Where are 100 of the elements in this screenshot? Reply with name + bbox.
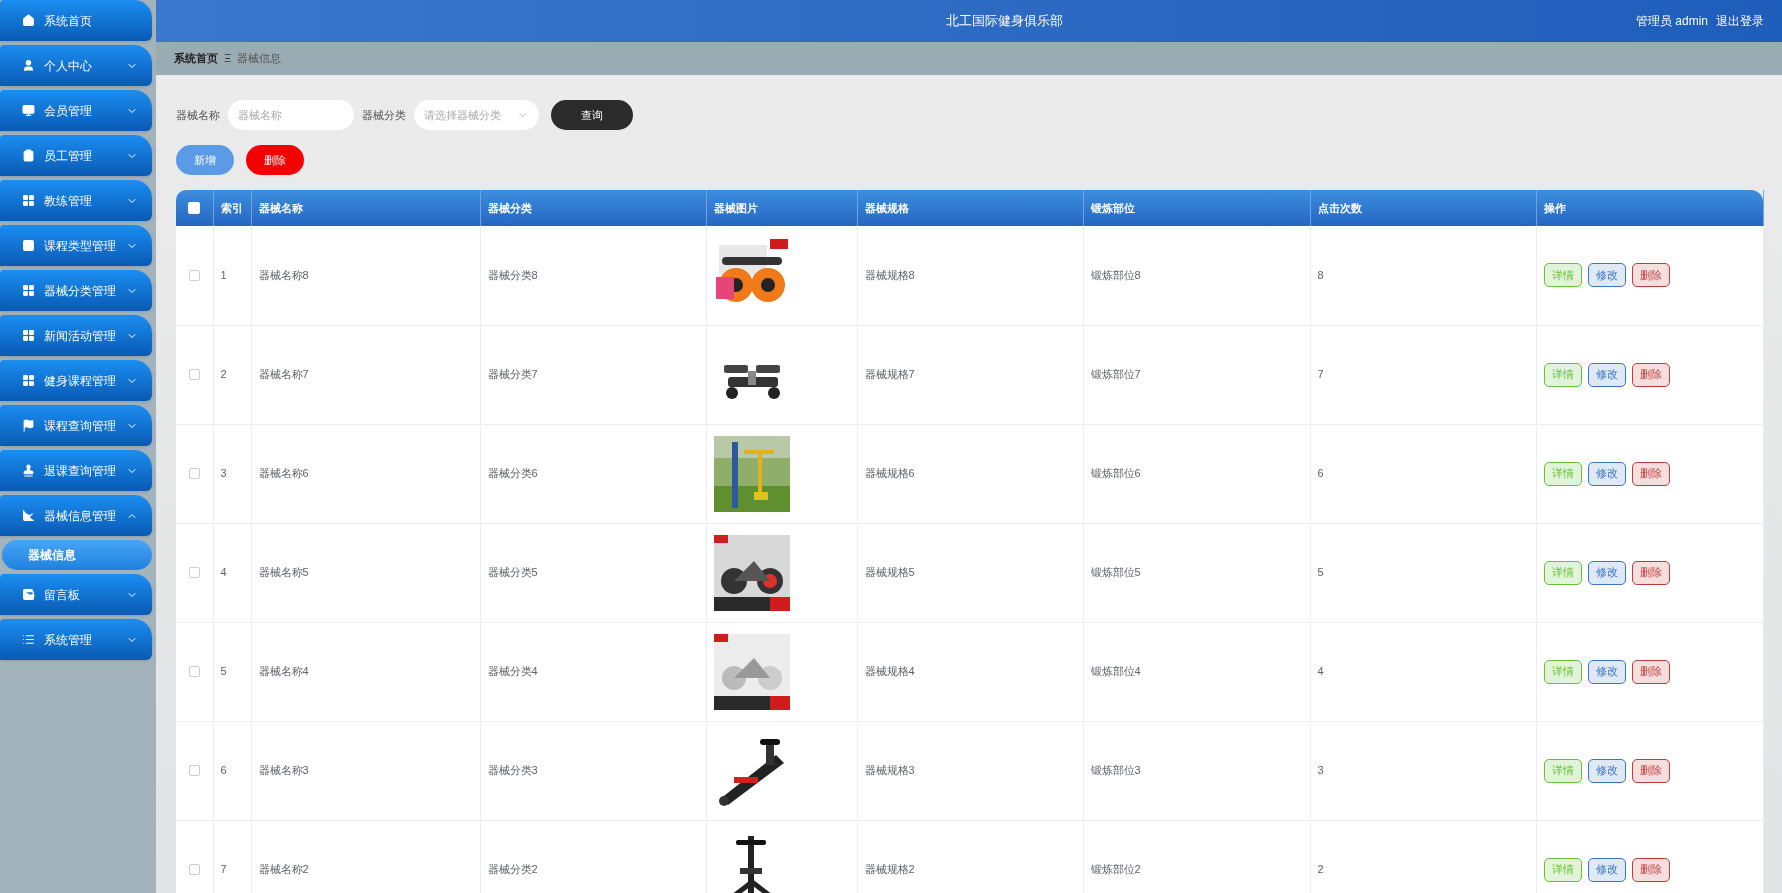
sidebar-subitem[interactable]: 器械信息 <box>2 540 152 570</box>
user-name: 管理员 admin <box>1635 13 1708 30</box>
table-cell: 锻炼部位8 <box>1090 269 1141 281</box>
table-cell: 2 <box>220 368 227 381</box>
table-cell: 2 <box>1317 863 1324 876</box>
column-header: 器械分类 <box>487 201 532 214</box>
table-cell: 器械规格3 <box>864 764 915 777</box>
delete-button[interactable]: 删除 <box>246 145 304 175</box>
table-cell: 器械名称2 <box>258 863 309 876</box>
table-cell: 8 <box>1317 269 1324 281</box>
column-header: 索引 <box>220 201 243 214</box>
sidebar-item[interactable]: 个人中心 <box>0 45 152 86</box>
edit-button[interactable]: 修改 <box>1587 857 1626 882</box>
column-header: 操作 <box>1543 201 1566 214</box>
table-cell: 器械名称6 <box>258 467 309 480</box>
wallet-icon <box>22 588 35 601</box>
table-cell: 器械规格5 <box>864 566 915 579</box>
select-all-checkbox[interactable] <box>188 202 201 214</box>
table-cell: 3 <box>220 467 227 480</box>
delete-button[interactable]: 删除 <box>1631 461 1670 486</box>
search-button[interactable]: 查询 <box>551 100 633 130</box>
table-cell: 5 <box>220 665 227 678</box>
table-cell: 5 <box>1317 566 1324 579</box>
column-header: 器械图片 <box>713 201 758 214</box>
table-cell: 6 <box>1317 467 1324 480</box>
sidebar-item[interactable]: 健身课程管理 <box>0 360 152 401</box>
table-cell: 7 <box>1317 368 1324 381</box>
sidebar-item[interactable]: 会员管理 <box>0 90 152 131</box>
table-cell: 器械规格7 <box>864 368 915 381</box>
delete-button[interactable]: 删除 <box>1631 659 1670 684</box>
list-icon <box>22 633 35 646</box>
row-checkbox[interactable] <box>188 765 200 776</box>
sidebar-item[interactable]: 系统管理 <box>0 619 152 660</box>
edit-button[interactable]: 修改 <box>1587 263 1626 288</box>
sidebar-item[interactable]: 系统首页 <box>0 0 152 41</box>
category-select[interactable]: 请选择器械分类 <box>414 100 539 130</box>
breadcrumb-item[interactable]: 系统首页 <box>174 50 218 67</box>
table-cell: 器械规格4 <box>864 665 915 678</box>
breadcrumb-separator: Ξ <box>224 51 232 67</box>
table-cell: 器械名称3 <box>258 764 309 777</box>
sidebar-item[interactable]: 课程类型管理 <box>0 225 152 266</box>
table-cell: 器械规格6 <box>864 467 915 480</box>
flag-icon <box>22 419 35 432</box>
sidebar-item[interactable]: 教练管理 <box>0 180 152 221</box>
sidebar-item[interactable]: 员工管理 <box>0 135 152 176</box>
edit-button[interactable]: 修改 <box>1587 758 1626 783</box>
row-checkbox[interactable] <box>188 468 200 479</box>
user-icon <box>22 59 35 72</box>
chart-icon <box>22 509 35 522</box>
table-cell: 3 <box>1317 764 1324 777</box>
table-cell: 锻炼部位7 <box>1090 368 1141 381</box>
table-cell: 锻炼部位4 <box>1090 665 1141 678</box>
edit-button[interactable]: 修改 <box>1587 560 1626 585</box>
delete-button[interactable]: 删除 <box>1631 560 1670 585</box>
table-cell: 锻炼部位6 <box>1090 467 1141 480</box>
row-checkbox[interactable] <box>188 666 200 677</box>
table-cell: 锻炼部位3 <box>1090 764 1141 777</box>
column-header: 锻炼部位 <box>1090 201 1135 214</box>
stamp-icon <box>22 464 35 477</box>
table-cell: 器械名称5 <box>258 566 309 579</box>
row-checkbox[interactable] <box>188 269 200 281</box>
sidebar-item[interactable]: 退课查询管理 <box>0 450 152 491</box>
table-cell: 锻炼部位2 <box>1090 863 1141 876</box>
delete-button[interactable]: 删除 <box>1631 263 1670 288</box>
table-cell: 器械分类2 <box>487 863 538 876</box>
row-checkbox[interactable] <box>188 567 200 578</box>
table-cell: 器械分类7 <box>487 368 538 381</box>
table-cell: 6 <box>220 764 227 777</box>
delete-button[interactable]: 删除 <box>1631 758 1670 783</box>
delete-button[interactable]: 删除 <box>1631 362 1670 387</box>
sidebar-item[interactable]: 器械分类管理 <box>0 270 152 311</box>
sidebar-item[interactable]: 新闻活动管理 <box>0 315 152 356</box>
sidebar-item[interactable]: 课程查询管理 <box>0 405 152 446</box>
column-header: 器械规格 <box>864 201 909 214</box>
column-header: 器械名称 <box>258 201 303 214</box>
row-checkbox[interactable] <box>188 369 200 380</box>
sidebar-item[interactable]: 器械信息管理 <box>0 495 152 536</box>
field-label: 器械名称 <box>176 107 220 123</box>
clipboard-icon <box>22 149 35 162</box>
table-cell: 器械分类6 <box>487 467 538 480</box>
search-field[interactable]: 器械名称 <box>228 100 354 130</box>
column-header: 点击次数 <box>1317 201 1362 214</box>
edit-button[interactable]: 修改 <box>1587 659 1626 684</box>
table-cell: 器械分类4 <box>487 665 538 678</box>
logout-link[interactable]: 退出登录 <box>1716 12 1764 30</box>
row-checkbox[interactable] <box>188 864 200 875</box>
edit-button[interactable]: 修改 <box>1587 461 1626 486</box>
sidebar-item[interactable]: 留言板 <box>0 574 152 615</box>
add-button[interactable]: 新增 <box>176 145 234 175</box>
table-cell: 器械规格8 <box>864 269 915 281</box>
table-cell: 锻炼部位5 <box>1090 566 1141 579</box>
field-label: 器械分类 <box>362 107 406 123</box>
table-cell: 器械分类3 <box>487 764 538 777</box>
table-cell: 器械分类5 <box>487 566 538 579</box>
table-cell: 器械分类8 <box>487 269 538 281</box>
table-cell: 4 <box>1317 665 1324 678</box>
table-cell: 器械名称7 <box>258 368 309 381</box>
delete-button[interactable]: 删除 <box>1631 857 1670 882</box>
edit-button[interactable]: 修改 <box>1587 362 1626 387</box>
breadcrumb-item: 器械信息 <box>237 51 282 67</box>
